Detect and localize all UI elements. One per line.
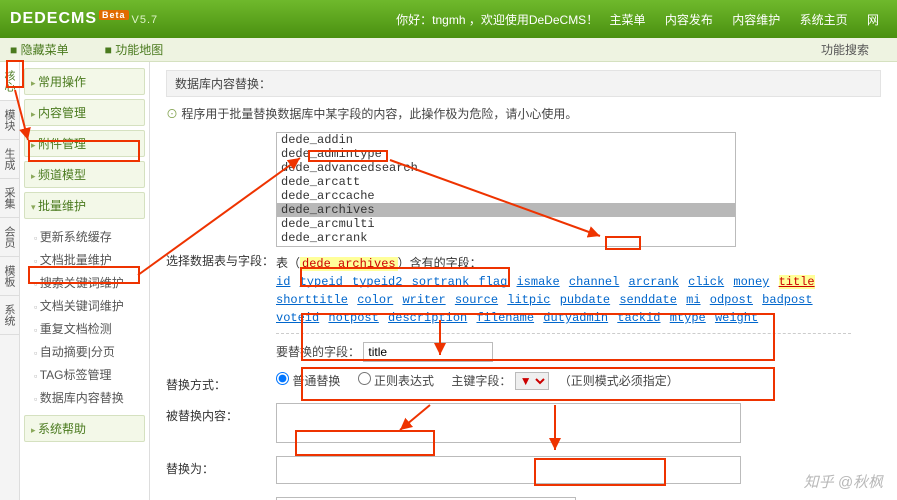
field-link[interactable]: badpost	[762, 293, 812, 307]
label-select-table: 选择数据表与字段：	[166, 132, 276, 269]
field-link[interactable]: mtype	[670, 311, 706, 325]
nav-maintain[interactable]: 内容维护	[732, 13, 780, 27]
field-link[interactable]: filename	[476, 311, 534, 325]
subbar-map[interactable]: ■ 功能地图	[105, 41, 182, 58]
table-option[interactable]: dede_archives	[277, 203, 735, 217]
side-tabs: 核心 模块 生成 采集 会员 模板 系统	[0, 62, 20, 500]
field-link[interactable]: title	[779, 275, 815, 289]
nav-more[interactable]: 网	[867, 13, 879, 27]
field-link[interactable]: weight	[715, 311, 758, 325]
top-nav: 你好：tngmh ，欢迎使用DeDeCMS！ 主菜单 内容发布 内容维护 系统主…	[396, 11, 887, 28]
field-link[interactable]: mi	[686, 293, 700, 307]
table-option[interactable]: dede_arccache	[277, 189, 735, 203]
table-option[interactable]: dede_arcmulti	[277, 217, 735, 231]
logo: DEDECMSBetaV5.7	[10, 10, 158, 28]
field-link[interactable]: arcrank	[629, 275, 679, 289]
label-replace-field: 要替换的字段：	[276, 345, 360, 359]
nav-publish[interactable]: 内容发布	[665, 13, 713, 27]
subbar-hide[interactable]: ■ 隐藏菜单	[10, 41, 87, 58]
field-link[interactable]: senddate	[619, 293, 677, 307]
field-link[interactable]: description	[388, 311, 467, 325]
group-attach[interactable]: 附件管理	[24, 130, 145, 157]
tip-text: 程序用于批量替换数据库中某字段的内容，此操作极为危险，请小心使用。	[166, 105, 881, 122]
fields-box: 表（dede_archives）含有的字段： id typeid typeid2…	[276, 255, 851, 334]
sidetab-tpl[interactable]: 模板	[0, 257, 19, 296]
field-link[interactable]: ismake	[516, 275, 559, 289]
field-link[interactable]: click	[688, 275, 724, 289]
field-link[interactable]: odpost	[710, 293, 753, 307]
field-link[interactable]: dutyadmin	[543, 311, 608, 325]
field-link[interactable]: id	[276, 275, 290, 289]
item-cache[interactable]: 更新系统缓存	[32, 225, 145, 248]
table-option[interactable]: dede_advancedsearch	[277, 161, 735, 175]
field-link[interactable]: notpost	[328, 311, 378, 325]
item-docbatch[interactable]: 文档批量维护	[32, 248, 145, 271]
input-replace-field[interactable]	[363, 342, 493, 362]
group-common[interactable]: 常用操作	[24, 68, 145, 95]
sidetab-collect[interactable]: 采集	[0, 179, 19, 218]
field-link[interactable]: typeid2	[352, 275, 402, 289]
item-dockw[interactable]: 文档关键词维护	[32, 294, 145, 317]
table-option[interactable]: dede_addin	[277, 133, 735, 147]
nav-home[interactable]: 系统主页	[800, 13, 848, 27]
group-help[interactable]: 系统帮助	[24, 415, 145, 442]
group-channel[interactable]: 频道模型	[24, 161, 145, 188]
field-link[interactable]: typeid	[300, 275, 343, 289]
panel-title: 数据库内容替换：	[166, 70, 881, 97]
sidetab-gen[interactable]: 生成	[0, 140, 19, 179]
regex-hint: （正则模式必须指定）	[559, 374, 679, 388]
field-link[interactable]: litpic	[507, 293, 550, 307]
textarea-from[interactable]	[276, 403, 741, 443]
label-to: 替换为：	[166, 456, 276, 477]
group-content[interactable]: 内容管理	[24, 99, 145, 126]
field-link[interactable]: writer	[402, 293, 445, 307]
field-link[interactable]: flag	[478, 275, 507, 289]
table-option[interactable]: dede_admintype	[277, 147, 735, 161]
radio-normal[interactable]	[276, 372, 289, 385]
sidetab-sys[interactable]: 系统	[0, 296, 19, 335]
nav-main[interactable]: 主菜单	[610, 13, 646, 27]
watermark: 知乎 @秋枫	[804, 471, 883, 492]
main-panel: 数据库内容替换： 程序用于批量替换数据库中某字段的内容，此操作极为危险，请小心使…	[150, 62, 897, 500]
item-tag[interactable]: TAG标签管理	[32, 363, 145, 386]
field-link[interactable]: voteid	[276, 311, 319, 325]
sidetab-member[interactable]: 会员	[0, 218, 19, 257]
label-mode: 替换方式：	[166, 372, 276, 393]
group-batch[interactable]: 批量维护	[24, 192, 145, 219]
item-dup[interactable]: 重复文档检测	[32, 317, 145, 340]
select-keyfield[interactable]: ▼	[515, 372, 549, 390]
table-option[interactable]: dede_arcatt	[277, 175, 735, 189]
welcome-text: 你好：tngmh ，欢迎使用DeDeCMS！	[396, 13, 598, 27]
field-link[interactable]: sortrank	[412, 275, 470, 289]
table-select[interactable]: dede_addindede_admintypedede_advancedsea…	[276, 132, 736, 247]
field-link[interactable]: color	[357, 293, 393, 307]
table-option[interactable]: dede_arcrank	[277, 231, 735, 245]
field-link[interactable]: pubdate	[560, 293, 610, 307]
field-link[interactable]: money	[733, 275, 769, 289]
subbar-search[interactable]: 功能搜索	[821, 41, 869, 58]
sidetab-module[interactable]: 模块	[0, 101, 19, 140]
textarea-to[interactable]	[276, 456, 741, 484]
item-searchkw[interactable]: 搜索关键词维护	[32, 271, 145, 294]
field-link[interactable]: source	[455, 293, 498, 307]
item-autoabs[interactable]: 自动摘要|分页	[32, 340, 145, 363]
side-menu: 常用操作 内容管理 附件管理 频道模型 批量维护 更新系统缓存 文档批量维护 搜…	[20, 62, 150, 500]
field-link[interactable]: channel	[569, 275, 619, 289]
batch-items: 更新系统缓存 文档批量维护 搜索关键词维护 文档关键词维护 重复文档检测 自动摘…	[24, 223, 145, 415]
radio-regex[interactable]	[358, 372, 371, 385]
sidetab-core[interactable]: 核心	[0, 62, 19, 101]
item-dbreplace[interactable]: 数据库内容替换	[32, 386, 145, 409]
label-from: 被替换内容：	[166, 403, 276, 424]
field-link[interactable]: tackid	[617, 311, 660, 325]
field-link[interactable]: shorttitle	[276, 293, 348, 307]
